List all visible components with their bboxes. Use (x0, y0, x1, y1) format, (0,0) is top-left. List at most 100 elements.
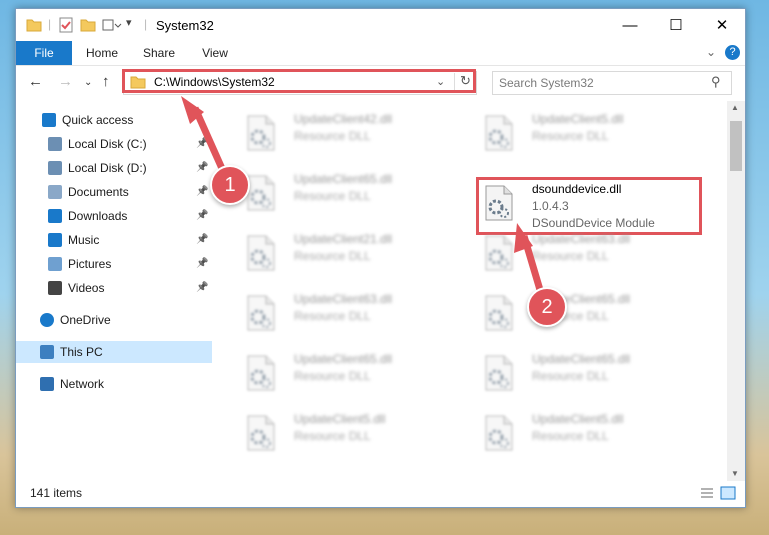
nav-item-documents[interactable]: Documents 📌 (16, 181, 212, 203)
pin-icon[interactable]: 📌 (196, 181, 208, 203)
file-item[interactable]: UpdateClient42.dll Resource DLL (222, 109, 452, 165)
file-item[interactable]: UpdateClient5.dll Resource DLL (460, 409, 690, 465)
file-description: DSoundDevice Module (532, 216, 655, 230)
dll-file-icon (485, 415, 513, 451)
nav-item-this-pc[interactable]: This PC (16, 341, 212, 363)
file-item[interactable]: UpdateClient21.dll Resource DLL (222, 229, 452, 285)
file-description: Resource DLL (294, 249, 371, 263)
close-icon: ✕ (715, 17, 729, 34)
file-description: Resource DLL (532, 369, 609, 383)
file-version: 1.0.4.3 (532, 199, 569, 213)
file-item[interactable]: UpdateClient5.dll Resource DLL (460, 109, 690, 165)
file-item[interactable]: UpdateClient63.dll Resource DLL (460, 229, 690, 285)
file-list: UpdateClient42.dll Resource DLL UpdateClie… (212, 101, 727, 481)
download-icon (48, 209, 62, 223)
new-folder-icon[interactable] (80, 17, 96, 33)
step-marker-2: 2 (527, 287, 567, 327)
dll-file-icon (247, 415, 275, 451)
nav-item-onedrive[interactable]: OneDrive (16, 309, 212, 331)
nav-item-quick-access[interactable]: Quick access (16, 109, 212, 131)
file-name: UpdateClient65.dll (294, 172, 393, 186)
file-item[interactable]: UpdateClient65.dll Resource DLL (460, 349, 690, 405)
file-item[interactable]: UpdateClient65.dll Resource DLL (460, 289, 690, 345)
search-input[interactable]: Search System32 ⚲ (492, 71, 732, 95)
pin-icon[interactable]: 📌 (196, 253, 208, 275)
nav-item-network[interactable]: Network (16, 373, 212, 395)
forward-arrow-icon[interactable]: → (58, 73, 73, 90)
refresh-icon[interactable]: ↻ (454, 73, 476, 93)
file-item[interactable]: UpdateClient5.dll Resource DLL (222, 409, 452, 465)
dll-file-icon (485, 355, 513, 391)
pin-icon[interactable]: 📌 (196, 133, 208, 155)
tab-view[interactable]: View (192, 41, 238, 65)
explorer-window: | ▾ | System32 — ☐ ✕ File Home Share Vie… (15, 8, 746, 508)
file-name: UpdateClient5.dll (532, 412, 624, 426)
nav-item-pictures[interactable]: Pictures 📌 (16, 253, 212, 275)
dll-file-icon (247, 355, 275, 391)
close-button[interactable]: ✕ (699, 9, 745, 41)
nav-item-downloads[interactable]: Downloads 📌 (16, 205, 212, 227)
tab-share[interactable]: Share (134, 41, 184, 65)
tab-file[interactable]: File (16, 41, 72, 65)
properties-icon[interactable] (58, 17, 74, 33)
scrollbar-thumb[interactable] (730, 121, 742, 171)
file-name: UpdateClient65.dll (294, 352, 393, 366)
address-dropdown-icon[interactable]: ⌄ (436, 75, 445, 88)
item-count: 141 items (30, 486, 83, 500)
tab-home[interactable]: Home (78, 41, 126, 65)
help-icon[interactable]: ? (725, 45, 740, 60)
nav-item-label: Quick access (62, 113, 134, 127)
dll-file-icon (247, 235, 275, 271)
pin-icon[interactable]: 📌 (196, 277, 208, 299)
drive-icon (48, 161, 62, 175)
recent-locations-icon[interactable]: ⌄ (84, 77, 92, 88)
file-item[interactable]: UpdateClient65.dll Resource DLL (222, 349, 452, 405)
nav-item-local-disk-d[interactable]: Local Disk (D:) 📌 (16, 157, 212, 179)
dropdown-arrow-icon[interactable]: ▾ (126, 16, 132, 29)
maximize-icon: ☐ (669, 17, 683, 34)
large-icons-view-icon[interactable] (720, 486, 736, 500)
dll-file-icon (247, 115, 275, 151)
expand-ribbon-icon[interactable]: ⌄ (706, 45, 716, 59)
pin-icon[interactable]: 📌 (196, 157, 208, 179)
dll-file-icon (247, 295, 275, 331)
file-description: Resource DLL (532, 249, 609, 263)
nav-item-label: This PC (60, 345, 103, 359)
video-icon (48, 281, 62, 295)
address-bar[interactable]: C:\Windows\System32 ⌄ ↻ (123, 71, 477, 95)
dll-file-icon (485, 185, 513, 221)
minimize-button[interactable]: — (607, 9, 653, 41)
document-icon (48, 185, 62, 199)
file-item-dsounddevice[interactable]: dsounddevice.dll 1.0.4.3 DSoundDevice Modu… (460, 179, 690, 235)
dll-file-icon (485, 235, 513, 271)
file-description: Resource DLL (532, 129, 609, 143)
address-path: C:\Windows\System32 (154, 75, 275, 89)
nav-item-label: Local Disk (D:) (68, 161, 147, 175)
file-name: UpdateClient5.dll (532, 112, 624, 126)
file-item[interactable]: UpdateClient63.dll Resource DLL (222, 289, 452, 345)
nav-item-local-disk-c[interactable]: Local Disk (C:) 📌 (16, 133, 212, 155)
maximize-button[interactable]: ☐ (653, 9, 699, 41)
minimize-icon: — (622, 16, 638, 34)
up-arrow-icon[interactable]: ↑ (102, 73, 110, 90)
details-view-icon[interactable] (700, 487, 714, 499)
search-placeholder: Search System32 (499, 76, 594, 90)
ribbon-tabs: File Home Share View ⌄ ? (16, 41, 745, 66)
file-name: dsounddevice.dll (532, 182, 622, 196)
back-arrow-icon[interactable]: ← (28, 73, 43, 90)
nav-item-label: Pictures (68, 257, 112, 271)
drive-icon (48, 137, 62, 151)
pin-icon[interactable]: 📌 (196, 205, 208, 227)
vertical-scrollbar[interactable]: ▲ ▼ (727, 101, 745, 481)
scroll-down-icon[interactable]: ▼ (731, 469, 739, 478)
file-item[interactable]: UpdateClient65.dll Resource DLL (222, 169, 452, 225)
nav-item-music[interactable]: Music 📌 (16, 229, 212, 251)
nav-item-videos[interactable]: Videos 📌 (16, 277, 212, 299)
pin-icon[interactable]: 📌 (196, 229, 208, 251)
dll-file-icon (485, 115, 513, 151)
scroll-up-icon[interactable]: ▲ (731, 103, 739, 112)
customize-quick-access-icon[interactable] (102, 17, 122, 33)
computer-icon (40, 345, 54, 359)
window-title: System32 (156, 18, 214, 33)
file-name: UpdateClient63.dll (532, 232, 631, 246)
